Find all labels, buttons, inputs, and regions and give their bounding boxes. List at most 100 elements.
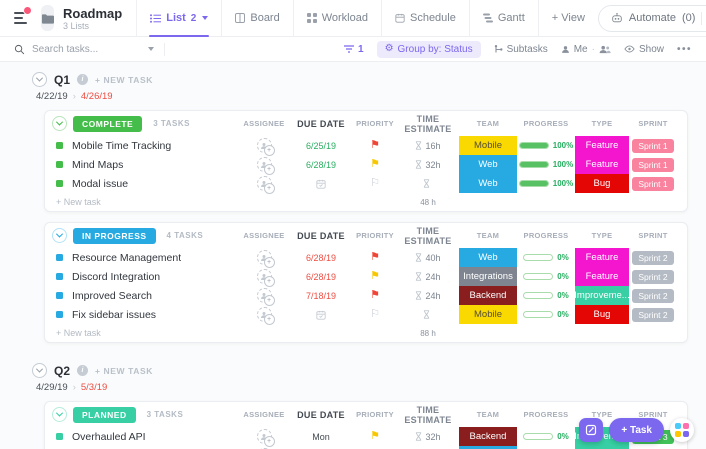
sprint-cell[interactable]: Sprint 1 (629, 139, 677, 153)
me-filter-button[interactable]: Me · (561, 44, 611, 55)
progress-cell[interactable]: 0% (517, 310, 575, 319)
sprint-cell[interactable]: Sprint 1 (629, 158, 677, 172)
task-name[interactable]: Mind Maps (72, 159, 123, 171)
due-date-cell[interactable] (289, 179, 353, 189)
chevron-down-icon[interactable] (52, 407, 67, 422)
task-name[interactable]: Mobile Time Tracking (72, 140, 171, 152)
priority-cell[interactable]: ⚐ (353, 178, 397, 189)
column-header-team[interactable]: TEAM (459, 410, 517, 419)
time-estimate-cell[interactable]: 24h (397, 272, 459, 282)
column-header-progress[interactable]: PROGRESS (517, 231, 575, 240)
time-estimate-cell[interactable]: 32h (397, 432, 459, 442)
assignee-cell[interactable] (239, 429, 289, 444)
type-cell[interactable]: Feature (575, 267, 629, 286)
show-button[interactable]: Show (624, 44, 664, 55)
progress-cell[interactable]: 0% (517, 291, 575, 300)
column-header-type[interactable]: TYPE (575, 119, 629, 128)
task-name[interactable]: Overhauled API (72, 431, 146, 443)
column-header-sprint[interactable]: SPRINT (629, 119, 677, 128)
assignee-cell[interactable] (239, 157, 289, 172)
sidebar-menu-button[interactable] (14, 12, 27, 24)
team-cell[interactable]: Mobile (459, 136, 517, 155)
task-status-square[interactable] (56, 433, 63, 440)
filters-button[interactable]: 1 (344, 44, 364, 55)
status-pill[interactable]: COMPLETE (73, 116, 142, 132)
type-cell[interactable]: Feature (575, 155, 629, 174)
task-status-square[interactable] (56, 254, 63, 261)
column-header-team[interactable]: TEAM (459, 231, 517, 240)
progress-cell[interactable]: 0% (517, 272, 575, 281)
task-status-square[interactable] (56, 292, 63, 299)
tab-add-view[interactable]: + View (538, 0, 598, 37)
assignee-cell[interactable] (239, 138, 289, 153)
info-icon[interactable]: i (77, 365, 88, 376)
column-header-sprint[interactable]: SPRINT (629, 231, 677, 240)
task-row[interactable]: Modal issue ⚐ Web 100% Bug Sprint 1 (45, 174, 687, 193)
tab-gantt[interactable]: Gantt (469, 0, 538, 37)
tab-schedule[interactable]: Schedule (381, 0, 469, 37)
task-row[interactable]: Improved Search 7/18/19 ⚑ 24h Backend 0%… (45, 286, 687, 305)
task-name[interactable]: Modal issue (72, 178, 128, 190)
info-icon[interactable]: i (77, 74, 88, 85)
team-cell[interactable]: Web (459, 248, 517, 267)
task-row[interactable]: Mobile Time Tracking 6/25/19 ⚑ 16h Mobil… (45, 136, 687, 155)
tab-list[interactable]: List 2 (136, 0, 221, 37)
team-cell[interactable]: Backend (459, 286, 517, 305)
task-name[interactable]: Fix sidebar issues (72, 309, 156, 321)
team-cell[interactable]: Backend (459, 427, 517, 446)
priority-cell[interactable]: ⚑ (353, 431, 397, 442)
due-date-cell[interactable]: 6/25/19 (289, 141, 353, 151)
search-input[interactable] (32, 44, 140, 55)
app-grid-button[interactable] (670, 418, 694, 442)
team-cell[interactable]: Integrations (459, 267, 517, 286)
task-status-square[interactable] (56, 180, 63, 187)
more-options-button[interactable]: ••• (677, 44, 692, 55)
task-row[interactable]: Fix sidebar issues ⚐ Mobile 0% Bug Sprin… (45, 305, 687, 324)
sprint-cell[interactable]: Sprint 2 (629, 251, 677, 265)
task-name[interactable]: Resource Management (72, 252, 181, 264)
due-date-cell[interactable]: 6/28/19 (289, 253, 353, 263)
time-estimate-cell[interactable]: 16h (397, 141, 459, 151)
progress-cell[interactable]: 100% (517, 141, 575, 150)
progress-cell[interactable]: 100% (517, 179, 575, 188)
team-cell[interactable]: Web (459, 174, 517, 193)
task-status-square[interactable] (56, 142, 63, 149)
type-cell[interactable]: Feature (575, 136, 629, 155)
sprint-cell[interactable]: Sprint 2 (629, 308, 677, 322)
assignee-cell[interactable] (239, 288, 289, 303)
column-header-type[interactable]: TYPE (575, 231, 629, 240)
due-date-cell[interactable]: Mon (289, 432, 353, 442)
priority-cell[interactable]: ⚑ (353, 252, 397, 263)
due-date-cell[interactable]: 6/28/19 (289, 272, 353, 282)
task-row[interactable]: Discord Integration 6/28/19 ⚑ 24h Integr… (45, 267, 687, 286)
type-cell[interactable]: Bug (575, 305, 629, 324)
add-task-button[interactable]: + Task (609, 418, 664, 442)
new-task-link[interactable]: + New task (56, 197, 101, 207)
assignee-cell[interactable] (239, 307, 289, 322)
due-date-cell[interactable]: 6/28/19 (289, 160, 353, 170)
chevron-down-icon[interactable] (148, 47, 154, 51)
notepad-button[interactable] (579, 418, 603, 442)
task-status-square[interactable] (56, 273, 63, 280)
assignee-cell[interactable] (239, 250, 289, 265)
chevron-down-icon[interactable] (32, 363, 47, 378)
task-status-square[interactable] (56, 311, 63, 318)
column-header-priority[interactable]: PRIORITY (353, 119, 397, 128)
priority-cell[interactable]: ⚑ (353, 159, 397, 170)
column-header-progress[interactable]: PROGRESS (517, 410, 575, 419)
sprint-cell[interactable]: Sprint 2 (629, 289, 677, 303)
automate-button[interactable]: Automate (0) (598, 5, 706, 32)
new-task-link[interactable]: + New task (56, 328, 101, 338)
task-name[interactable]: Discord Integration (72, 271, 160, 283)
due-date-cell[interactable]: 7/18/19 (289, 291, 353, 301)
group-by-button[interactable]: ⚙ Group by: Status (377, 41, 481, 58)
column-header-priority[interactable]: PRIORITY (353, 410, 397, 419)
column-header-assignee[interactable]: ASSIGNEE (239, 231, 289, 240)
time-estimate-cell[interactable] (397, 310, 459, 319)
column-header-team[interactable]: TEAM (459, 119, 517, 128)
task-name[interactable]: Improved Search (72, 290, 152, 302)
column-header-progress[interactable]: PROGRESS (517, 119, 575, 128)
tab-workload[interactable]: Workload (293, 0, 381, 37)
time-estimate-cell[interactable] (397, 179, 459, 188)
group-title[interactable]: Q1 (54, 73, 70, 87)
